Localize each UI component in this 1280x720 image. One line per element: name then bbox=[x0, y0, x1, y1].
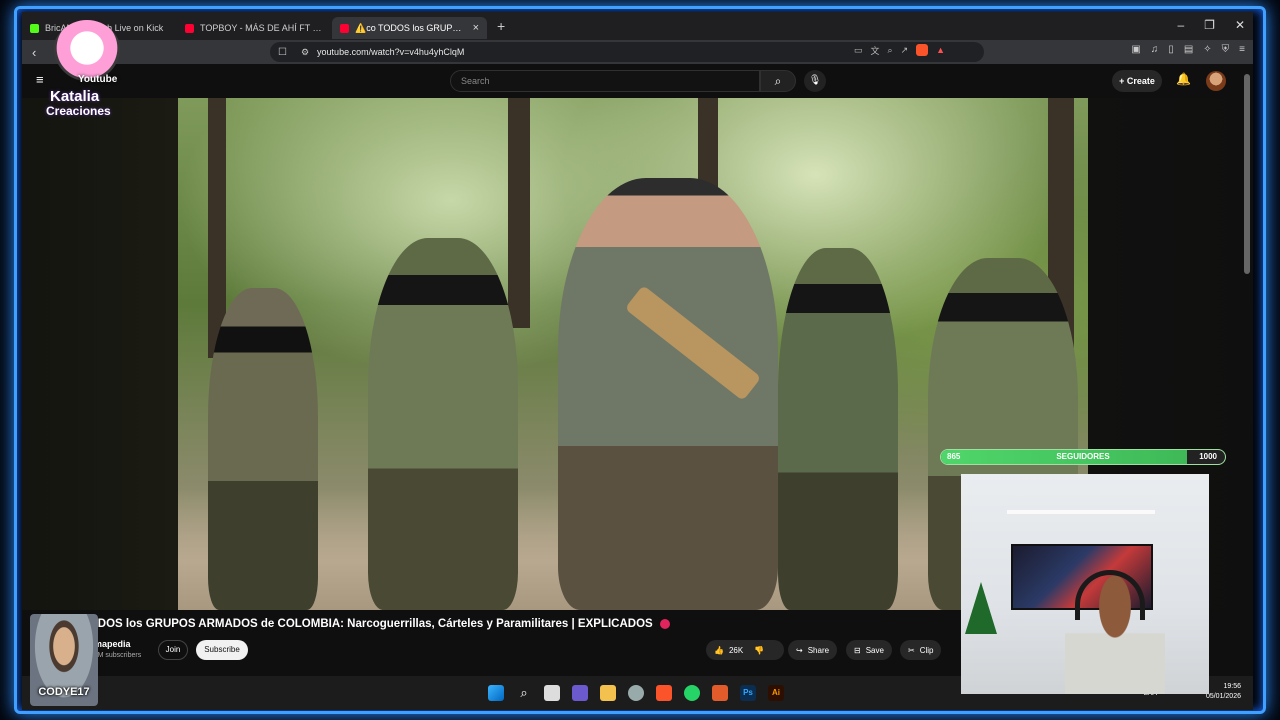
windows-start-icon[interactable] bbox=[488, 685, 504, 701]
like-count[interactable]: 26K bbox=[729, 646, 743, 655]
address-bar: ‹ ☐ ⚙ youtube.com/watch?v=v4hu4yhClqM ▭ … bbox=[22, 40, 1253, 64]
share-icon: ↪ bbox=[796, 645, 803, 655]
maximize-icon[interactable]: ❐ bbox=[1204, 18, 1215, 32]
photoshop-icon[interactable]: Ps bbox=[740, 685, 756, 701]
whatsapp-icon[interactable] bbox=[684, 685, 700, 701]
url-action-icons: ▭ 文 ⌕ ↗ ▲ bbox=[854, 40, 1123, 60]
system-clock[interactable]: 19:56 05/01/2026 bbox=[1206, 682, 1241, 702]
kick-icon bbox=[30, 23, 39, 33]
chrome-icon[interactable] bbox=[628, 685, 644, 701]
share-page-icon[interactable]: ↗ bbox=[901, 45, 909, 56]
extension-icons: ▣ ♫ ▯ ▤ ✧ ⛨ ≡ bbox=[1131, 44, 1245, 55]
red-circle-emoji bbox=[659, 618, 670, 629]
follower-goal-bar: 865 SEGUIDORES 1000 bbox=[940, 449, 1226, 465]
leo-ai-icon[interactable]: ✧ bbox=[1203, 44, 1211, 55]
zoom-icon[interactable]: ⌕ bbox=[888, 45, 893, 56]
illustrator-icon[interactable]: Ai bbox=[768, 685, 784, 701]
tab-label: ⚠️co TODOS los GRUPOS ARMA bbox=[355, 22, 467, 33]
account-avatar[interactable] bbox=[1206, 71, 1226, 91]
video-title-text: TODOS los GRUPOS ARMADOS de COLOMBIA: Na… bbox=[82, 618, 653, 630]
logo-katalia-text: Katalia bbox=[50, 88, 100, 105]
create-label: Create bbox=[1126, 76, 1155, 86]
brave-shields-icon[interactable] bbox=[916, 44, 929, 56]
logo-youtube-text: Youtube bbox=[78, 74, 118, 85]
voice-search-button[interactable]: 🎙 bbox=[804, 70, 826, 92]
window-controls: – ❐ ✕ bbox=[1177, 18, 1245, 32]
bookmark-icon[interactable]: ☐ bbox=[278, 47, 287, 58]
dislike-icon[interactable]: 👎 bbox=[754, 646, 764, 655]
search-icon[interactable]: ⌕ bbox=[516, 685, 532, 701]
save-button[interactable]: ⊟ Save bbox=[846, 640, 892, 660]
tab-bar: BricAN — Watch Live on Kick TOPBOY - MÁS… bbox=[22, 12, 1253, 40]
like-icon[interactable]: 👍 bbox=[714, 646, 724, 655]
join-button[interactable]: Join bbox=[158, 640, 188, 660]
christmas-tree bbox=[965, 582, 997, 634]
split-view-icon[interactable]: ▯ bbox=[1168, 44, 1174, 55]
like-dislike-pill: 👍 26K 👎 bbox=[706, 640, 784, 660]
minimize-icon[interactable]: – bbox=[1177, 18, 1184, 32]
close-tab-icon[interactable]: × bbox=[473, 22, 479, 34]
clock-date: 05/01/2026 bbox=[1205, 693, 1241, 700]
subscribe-button[interactable]: Subscribe bbox=[196, 640, 248, 660]
vpn-icon[interactable]: ⛨ bbox=[1222, 44, 1230, 55]
video-player[interactable] bbox=[178, 98, 1088, 610]
shelf bbox=[1007, 510, 1155, 514]
winrar-icon[interactable] bbox=[712, 685, 728, 701]
task-view-icon[interactable] bbox=[544, 685, 560, 701]
search-icon: ⌕ bbox=[774, 74, 782, 88]
back-icon[interactable]: ‹ bbox=[32, 45, 36, 60]
page-scrollbar[interactable] bbox=[1241, 64, 1253, 710]
tab-grupos-armados[interactable]: ⚠️co TODOS los GRUPOS ARMA × bbox=[332, 17, 487, 39]
share-label: Share bbox=[807, 645, 830, 655]
file-explorer-icon[interactable] bbox=[600, 685, 616, 701]
soldier-figure bbox=[778, 248, 898, 610]
soldier-figure bbox=[208, 288, 318, 610]
microphone-icon: 🎙 bbox=[808, 75, 822, 86]
create-button[interactable]: + Create bbox=[1112, 70, 1162, 92]
share-button[interactable]: ↪ Share bbox=[788, 640, 838, 660]
music-icon[interactable]: ♫ bbox=[1151, 44, 1159, 55]
youtube-header: ≡ Search ⌕ 🎙 + Create 🔔 bbox=[22, 64, 1253, 98]
scissors-icon: ✂ bbox=[908, 645, 915, 655]
tab-topboy[interactable]: TOPBOY - MÁS DE AHÍ FT KZADORES bbox=[177, 17, 332, 39]
sidebar-icon[interactable]: ▣ bbox=[1131, 44, 1140, 55]
menu-icon[interactable]: ≡ bbox=[1239, 44, 1245, 55]
scrollbar-thumb[interactable] bbox=[1244, 74, 1250, 274]
translate-icon[interactable]: 文 bbox=[871, 44, 880, 57]
cast-icon[interactable]: ▭ bbox=[854, 45, 863, 56]
site-info-icon[interactable]: ⚙ bbox=[301, 47, 309, 58]
notifications-bell-icon[interactable]: 🔔 bbox=[1176, 72, 1191, 86]
clip-label: Clip bbox=[919, 645, 934, 655]
tree-trunk bbox=[508, 98, 530, 328]
clip-button[interactable]: ✂ Clip bbox=[900, 640, 942, 660]
close-window-icon[interactable]: ✕ bbox=[1235, 18, 1245, 32]
save-label: Save bbox=[865, 645, 884, 655]
youtube-icon bbox=[185, 23, 194, 33]
new-tab-button[interactable]: + bbox=[497, 18, 505, 34]
brave-rewards-icon[interactable]: ▲ bbox=[936, 45, 945, 55]
brave-browser-icon[interactable] bbox=[656, 685, 672, 701]
katalia-creaciones-logo: Youtube Katalia Creaciones bbox=[40, 16, 132, 118]
save-icon: ⊟ bbox=[854, 645, 861, 655]
wallet-icon[interactable]: ▤ bbox=[1184, 44, 1193, 55]
tab-label: TOPBOY - MÁS DE AHÍ FT KZADORES bbox=[200, 23, 324, 33]
search-button[interactable]: ⌕ bbox=[760, 70, 796, 92]
clock-time: 19:56 bbox=[1223, 683, 1241, 690]
follower-goal-target: 1000 bbox=[1199, 452, 1217, 461]
webcam-feed bbox=[961, 474, 1209, 694]
search-input[interactable]: Search bbox=[450, 70, 760, 92]
follower-goal-label: SEGUIDORES bbox=[1056, 452, 1110, 461]
soldier-figure bbox=[368, 238, 518, 610]
teams-icon[interactable] bbox=[572, 685, 588, 701]
url-text: youtube.com/watch?v=v4hu4yhClqM bbox=[317, 47, 465, 57]
logo-creaciones-text: Creaciones bbox=[46, 104, 111, 118]
youtube-icon bbox=[340, 23, 349, 33]
stream-background: BricAN — Watch Live on Kick TOPBOY - MÁS… bbox=[0, 0, 1280, 720]
streamer-tag: CODYE17 bbox=[38, 686, 90, 698]
video-title: TODOS los GRUPOS ARMADOS de COLOMBIA: Na… bbox=[82, 618, 670, 630]
